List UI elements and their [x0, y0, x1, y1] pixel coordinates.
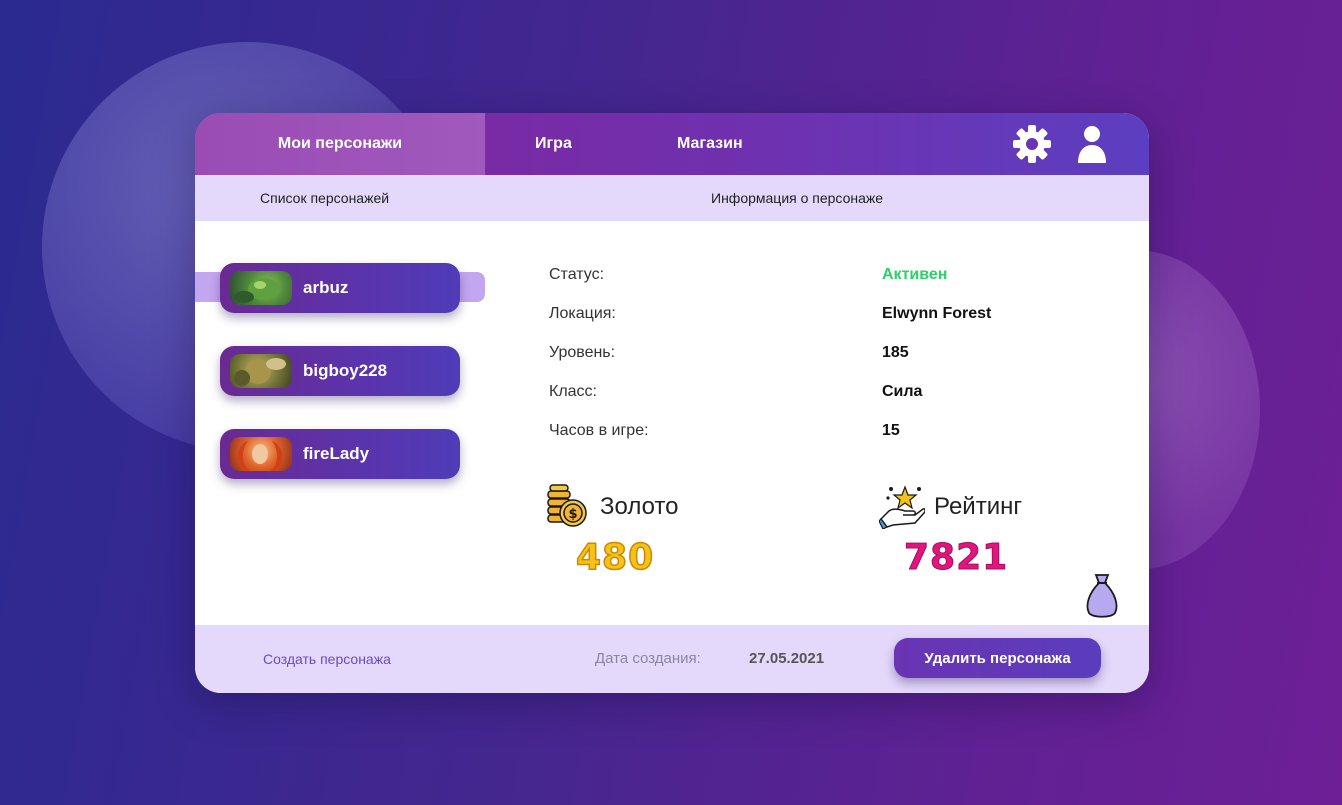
- character-avatar: [230, 271, 292, 305]
- character-item-arbuz[interactable]: arbuz: [220, 263, 460, 313]
- character-list-title: Список персонажей: [260, 190, 390, 206]
- money-bag-icon[interactable]: [1083, 571, 1121, 619]
- hours-played-label: Часов в игре:: [549, 422, 649, 439]
- rating-label: Рейтинг: [934, 493, 1023, 520]
- panel-footer: Создать персонажа Дата создания: 27.05.2…: [195, 625, 1149, 693]
- character-name: fireLady: [303, 444, 370, 463]
- character-name: arbuz: [303, 278, 349, 297]
- level-value: 185: [882, 344, 909, 361]
- sub-header: Список персонажей Информация о персонаже: [195, 175, 1149, 221]
- user-icon[interactable]: [1071, 123, 1113, 165]
- tab-my-characters[interactable]: Мои персонажи: [195, 113, 485, 175]
- rating-hand-star-icon: [879, 485, 925, 529]
- rating-value: 7821: [903, 537, 1009, 579]
- svg-text:$: $: [568, 507, 577, 522]
- character-name: bigboy228: [303, 361, 388, 380]
- level-label: Уровень:: [549, 344, 616, 361]
- creation-date-label: Дата создания:: [595, 650, 701, 667]
- character-avatar: [230, 437, 292, 471]
- character-panel: Мои персонажи Игра Магазин Список персон: [195, 113, 1149, 693]
- tab-shop[interactable]: Магазин: [677, 113, 743, 175]
- status-label: Статус:: [549, 266, 605, 283]
- gold-label: Золото: [600, 493, 679, 520]
- class-value: Сила: [882, 383, 923, 400]
- class-label: Класс:: [549, 383, 597, 400]
- gear-icon[interactable]: [1011, 123, 1053, 165]
- location-label: Локация:: [549, 305, 616, 322]
- status-value: Активен: [882, 266, 948, 283]
- character-item-firelady[interactable]: fireLady: [220, 429, 460, 479]
- delete-character-button[interactable]: Удалить персонажа: [894, 638, 1101, 678]
- character-info-title: Информация о персонаже: [711, 190, 884, 206]
- creation-date-value: 27.05.2021: [749, 650, 825, 667]
- location-value: Elwynn Forest: [882, 305, 992, 322]
- character-item-bigboy228[interactable]: bigboy228: [220, 346, 460, 396]
- tab-game[interactable]: Игра: [535, 113, 572, 175]
- top-nav: Мои персонажи Игра Магазин: [195, 113, 1149, 175]
- character-avatar: [230, 354, 292, 388]
- gold-value: 480: [575, 536, 655, 579]
- create-character-link[interactable]: Создать персонажа: [263, 625, 391, 693]
- hours-played-value: 15: [882, 422, 900, 439]
- gold-coins-icon: $: [547, 484, 587, 527]
